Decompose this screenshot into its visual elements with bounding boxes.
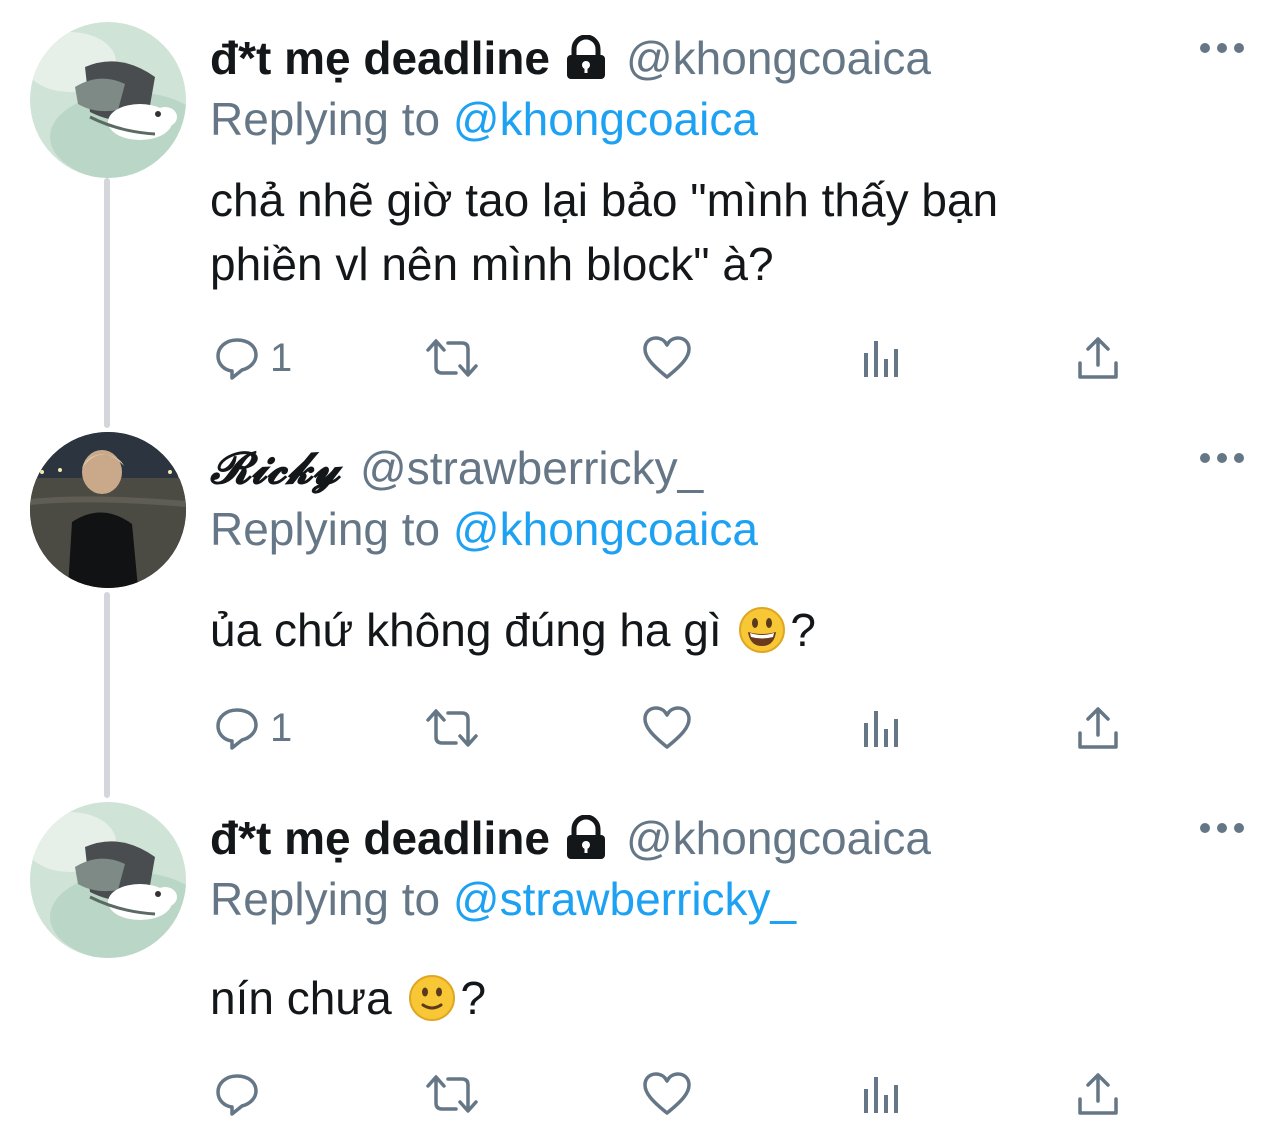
user-handle[interactable]: @khongcoaica: [626, 31, 931, 85]
display-name[interactable]: đ*t mẹ deadline: [210, 31, 550, 85]
grinning-face-emoji: [739, 607, 786, 653]
share-icon: [1076, 1071, 1120, 1117]
replying-mention-link[interactable]: @khongcoaica: [453, 93, 758, 145]
avatar-photo-image: [30, 432, 186, 588]
more-icon[interactable]: [1200, 450, 1244, 466]
replying-mention-link[interactable]: @khongcoaica: [453, 503, 758, 555]
reply-icon: [214, 335, 260, 381]
lock-icon: [564, 35, 608, 81]
reply-icon: [214, 705, 260, 751]
tweet-text: ủa chứ không đúng ha gì ?: [210, 598, 1210, 662]
retweet-icon: [424, 705, 480, 751]
analytics-icon: [860, 335, 902, 381]
avatar-cartoon-image: [30, 22, 186, 178]
lock-icon: [564, 815, 608, 861]
retweet-button[interactable]: [424, 328, 480, 388]
tweet-text: chả nhẽ giờ tao lại bảo "mình thấy bạn p…: [210, 174, 999, 290]
avatar-cartoon-image: [30, 802, 186, 958]
share-button[interactable]: [1076, 328, 1120, 388]
tweet-text-tail: ?: [460, 972, 487, 1024]
tweet-header: đ*t mẹ deadline @khongcoaica: [210, 28, 931, 88]
analytics-icon: [860, 705, 902, 751]
replying-to: Replying to @strawberricky_: [210, 872, 796, 926]
like-button[interactable]: [642, 328, 692, 388]
display-name[interactable]: đ*t mẹ deadline: [210, 811, 550, 865]
tweet-text-main: nín chưa: [210, 972, 392, 1024]
tweet-header: đ*t mẹ deadline @khongcoaica: [210, 808, 931, 868]
tweet-header: 𝓡𝓲𝓬𝓴𝔂 @strawberricky_: [210, 438, 703, 498]
replying-to: Replying to @khongcoaica: [210, 502, 758, 556]
reply-button[interactable]: [214, 1064, 270, 1124]
action-bar: 1: [210, 698, 1130, 758]
share-button[interactable]: [1076, 698, 1120, 758]
replying-prefix: Replying to: [210, 873, 441, 925]
share-icon: [1076, 335, 1120, 381]
tweet-text-tail: ?: [790, 604, 817, 656]
like-button[interactable]: [642, 1064, 692, 1124]
retweet-icon: [424, 335, 480, 381]
tweet-3[interactable]: đ*t mẹ deadline @khongcoaica Replying to…: [0, 802, 1284, 1131]
reply-count: 1: [270, 705, 293, 750]
retweet-icon: [424, 1071, 480, 1117]
slightly-smiling-face-emoji: [409, 975, 456, 1021]
action-bar: 1: [210, 328, 1130, 388]
display-name[interactable]: 𝓡𝓲𝓬𝓴𝔂: [210, 443, 340, 494]
analytics-button[interactable]: [860, 698, 902, 758]
replying-mention-link[interactable]: @strawberricky_: [453, 873, 796, 925]
heart-icon: [642, 335, 692, 381]
reply-button[interactable]: 1: [214, 698, 292, 758]
reply-icon: [214, 1071, 260, 1117]
retweet-button[interactable]: [424, 1064, 480, 1124]
more-icon[interactable]: [1200, 40, 1244, 56]
analytics-button[interactable]: [860, 1064, 902, 1124]
heart-icon: [642, 705, 692, 751]
avatar[interactable]: [30, 22, 186, 178]
tweet-1[interactable]: đ*t mẹ deadline @khongcoaica Replying to…: [0, 22, 1284, 402]
reply-count: 1: [270, 335, 293, 380]
heart-icon: [642, 1071, 692, 1117]
replying-prefix: Replying to: [210, 93, 441, 145]
share-button[interactable]: [1076, 1064, 1120, 1124]
replying-prefix: Replying to: [210, 503, 441, 555]
retweet-button[interactable]: [424, 698, 480, 758]
analytics-icon: [860, 1071, 902, 1117]
tweet-text-main: ủa chứ không đúng ha gì: [210, 604, 722, 656]
share-icon: [1076, 705, 1120, 751]
user-handle[interactable]: @khongcoaica: [626, 811, 931, 865]
like-button[interactable]: [642, 698, 692, 758]
avatar[interactable]: [30, 432, 186, 588]
replying-to: Replying to @khongcoaica: [210, 92, 758, 146]
analytics-button[interactable]: [860, 328, 902, 388]
tweet-2[interactable]: 𝓡𝓲𝓬𝓴𝔂 @strawberricky_ Replying to @khong…: [0, 432, 1284, 772]
more-icon[interactable]: [1200, 820, 1244, 836]
tweet-text: nín chưa ?: [210, 966, 1210, 1030]
user-handle[interactable]: @strawberricky_: [360, 441, 703, 495]
avatar[interactable]: [30, 802, 186, 958]
action-bar: [210, 1064, 1130, 1124]
reply-button[interactable]: 1: [214, 328, 292, 388]
